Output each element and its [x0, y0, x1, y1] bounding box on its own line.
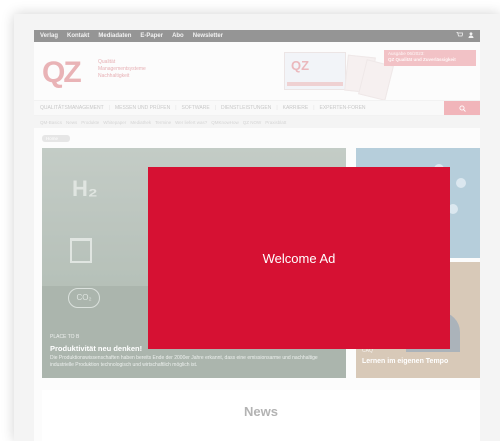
web-page: Verlag Kontakt Mediadaten E-Paper Abo Ne…	[34, 30, 480, 441]
browser-frame: Verlag Kontakt Mediadaten E-Paper Abo Ne…	[14, 14, 500, 441]
welcome-ad-modal[interactable]: Welcome Ad	[148, 167, 450, 349]
welcome-ad-label: Welcome Ad	[262, 250, 336, 266]
